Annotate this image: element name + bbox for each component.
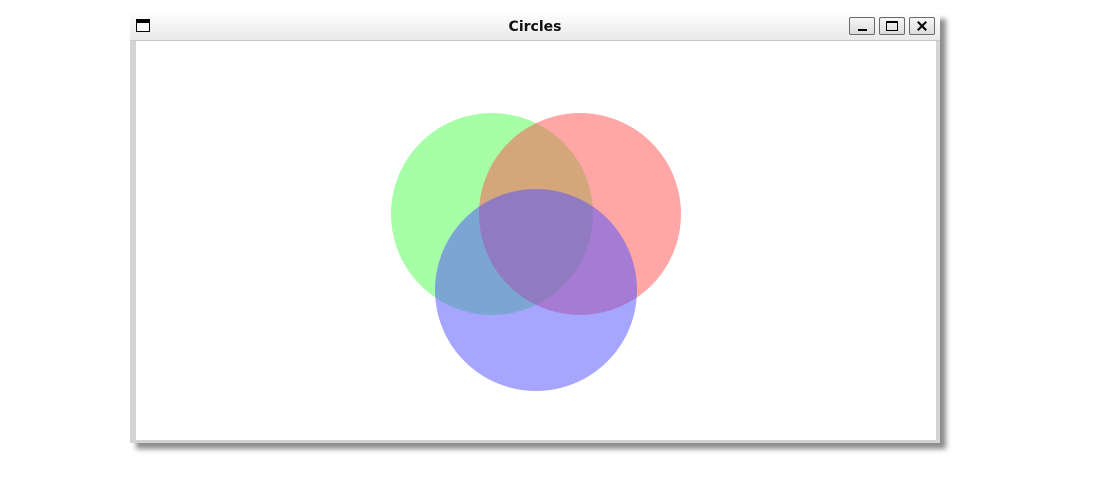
minimize-icon: [858, 29, 867, 31]
title-bar[interactable]: Circles: [130, 13, 940, 41]
app-window: Circles: [130, 13, 940, 443]
circles-drawing: [391, 113, 681, 391]
minimize-button[interactable]: [849, 17, 875, 35]
close-button[interactable]: [909, 17, 935, 35]
maximize-button[interactable]: [879, 17, 905, 35]
close-icon: [917, 21, 927, 31]
maximize-icon: [886, 21, 898, 31]
blue-circle: [435, 189, 637, 391]
window-title: Circles: [508, 19, 562, 35]
drawing-canvas[interactable]: [136, 41, 936, 440]
